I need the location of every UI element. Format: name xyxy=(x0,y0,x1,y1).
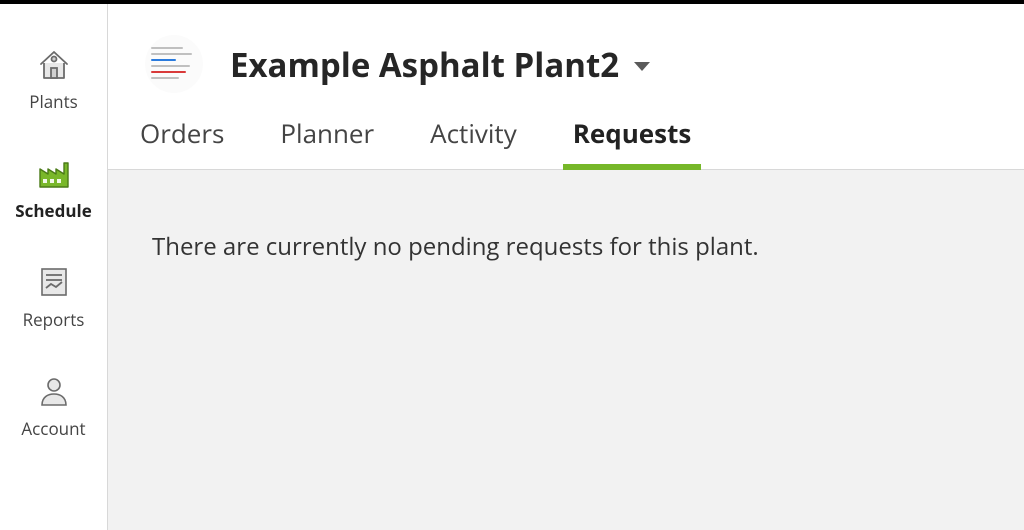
sidebar-item-account[interactable]: Account xyxy=(0,361,107,470)
person-icon xyxy=(35,373,73,409)
factory-icon xyxy=(35,155,73,191)
plant-logo xyxy=(136,26,212,102)
tab-requests-label: Requests xyxy=(573,115,692,151)
tab-orders[interactable]: Orders xyxy=(136,115,228,169)
tab-requests[interactable]: Requests xyxy=(569,115,696,169)
sidebar-item-plants[interactable]: Plants xyxy=(0,34,107,143)
content-area: There are currently no pending requests … xyxy=(108,170,1024,530)
tabs: Orders Planner Activity Requests xyxy=(108,110,1024,170)
tab-activity[interactable]: Activity xyxy=(426,115,521,169)
sidebar: Plants Schedule xyxy=(0,4,108,530)
sidebar-item-account-label: Account xyxy=(21,417,85,440)
header: Example Asphalt Plant2 xyxy=(108,4,1024,110)
tab-orders-label: Orders xyxy=(140,115,224,151)
empty-requests-message: There are currently no pending requests … xyxy=(152,230,996,263)
home-icon xyxy=(35,46,73,82)
chevron-down-icon xyxy=(633,56,651,78)
sidebar-item-reports[interactable]: Reports xyxy=(0,252,107,361)
report-icon xyxy=(35,264,73,300)
sidebar-item-schedule[interactable]: Schedule xyxy=(0,143,107,252)
plant-title: Example Asphalt Plant2 xyxy=(230,42,619,87)
tab-planner-label: Planner xyxy=(280,115,374,151)
sidebar-item-plants-label: Plants xyxy=(29,90,78,113)
plant-selector[interactable]: Example Asphalt Plant2 xyxy=(230,42,651,87)
tab-activity-label: Activity xyxy=(430,115,517,151)
main: Example Asphalt Plant2 Orders Planner Ac… xyxy=(108,4,1024,530)
tab-planner[interactable]: Planner xyxy=(276,115,378,169)
sidebar-item-schedule-label: Schedule xyxy=(15,199,91,222)
sidebar-item-reports-label: Reports xyxy=(23,308,85,331)
